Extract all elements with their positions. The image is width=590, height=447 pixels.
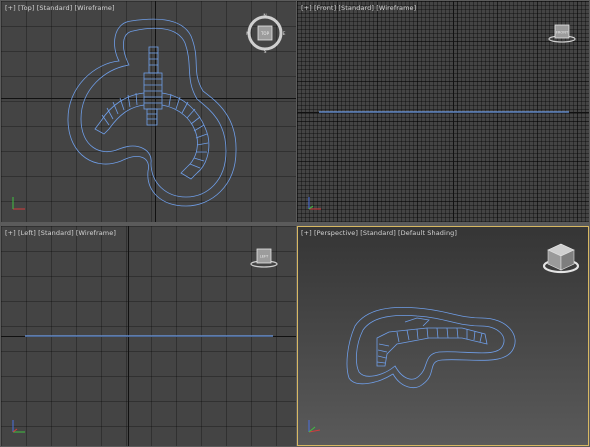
view-type-label[interactable]: [Perspective]: [314, 229, 358, 237]
viewport-menu-button[interactable]: [+]: [301, 229, 312, 237]
svg-text:TOP: TOP: [260, 31, 270, 36]
viewcube-icon[interactable]: FRONT: [547, 23, 577, 45]
view-type-label[interactable]: [Top]: [18, 4, 35, 12]
world-axis-icon: [308, 197, 321, 210]
view-type-label[interactable]: [Left]: [18, 229, 36, 237]
shading-style-label[interactable]: [Standard]: [338, 4, 374, 12]
svg-text:N: N: [263, 13, 266, 19]
viewport-top[interactable]: [+] [Top] [Standard] [Wireframe] TOP N E…: [1, 1, 296, 222]
svg-text:S: S: [264, 49, 267, 53]
viewport-label-front[interactable]: [+] [Front] [Standard] [Wireframe]: [301, 4, 416, 12]
viewport-front[interactable]: [+] [Front] [Standard] [Wireframe] FRONT: [297, 1, 589, 222]
shading-style-label[interactable]: [Standard]: [37, 4, 73, 12]
world-axis-icon: [308, 420, 321, 433]
shading-style-label[interactable]: [Standard]: [360, 229, 396, 237]
stair-wireframe-front[interactable]: [297, 1, 589, 222]
shading-style-label[interactable]: [Standard]: [38, 229, 74, 237]
shading-mode-label[interactable]: [Wireframe]: [76, 229, 116, 237]
viewport-label-left[interactable]: [+] [Left] [Standard] [Wireframe]: [5, 229, 116, 237]
svg-text:LEFT: LEFT: [260, 255, 269, 259]
shading-mode-label[interactable]: [Wireframe]: [376, 4, 416, 12]
world-axis-icon: [12, 420, 25, 433]
viewport-perspective[interactable]: [+] [Perspective] [Standard] [Default Sh…: [297, 226, 589, 446]
viewport-menu-button[interactable]: [+]: [5, 4, 16, 12]
svg-text:W: W: [246, 31, 250, 37]
viewport-menu-button[interactable]: [+]: [301, 4, 312, 12]
viewport-label-perspective[interactable]: [+] [Perspective] [Standard] [Default Sh…: [301, 229, 457, 237]
shading-mode-label[interactable]: [Wireframe]: [75, 4, 115, 12]
view-type-label[interactable]: [Front]: [314, 4, 336, 12]
svg-text:E: E: [283, 31, 286, 37]
viewport-menu-button[interactable]: [+]: [5, 229, 16, 237]
viewcube-icon[interactable]: [541, 242, 581, 278]
viewport-left[interactable]: [+] [Left] [Standard] [Wireframe] LEFT: [1, 226, 296, 446]
world-axis-icon: [12, 197, 25, 210]
max-viewport-layout: [+] [Top] [Standard] [Wireframe] TOP N E…: [0, 0, 590, 447]
svg-text:FRONT: FRONT: [556, 31, 569, 35]
viewport-label-top[interactable]: [+] [Top] [Standard] [Wireframe]: [5, 4, 115, 12]
viewcube-icon[interactable]: TOP N E S W: [246, 13, 286, 53]
viewcube-icon[interactable]: LEFT: [249, 246, 279, 270]
shading-mode-label[interactable]: [Default Shading]: [398, 229, 457, 237]
